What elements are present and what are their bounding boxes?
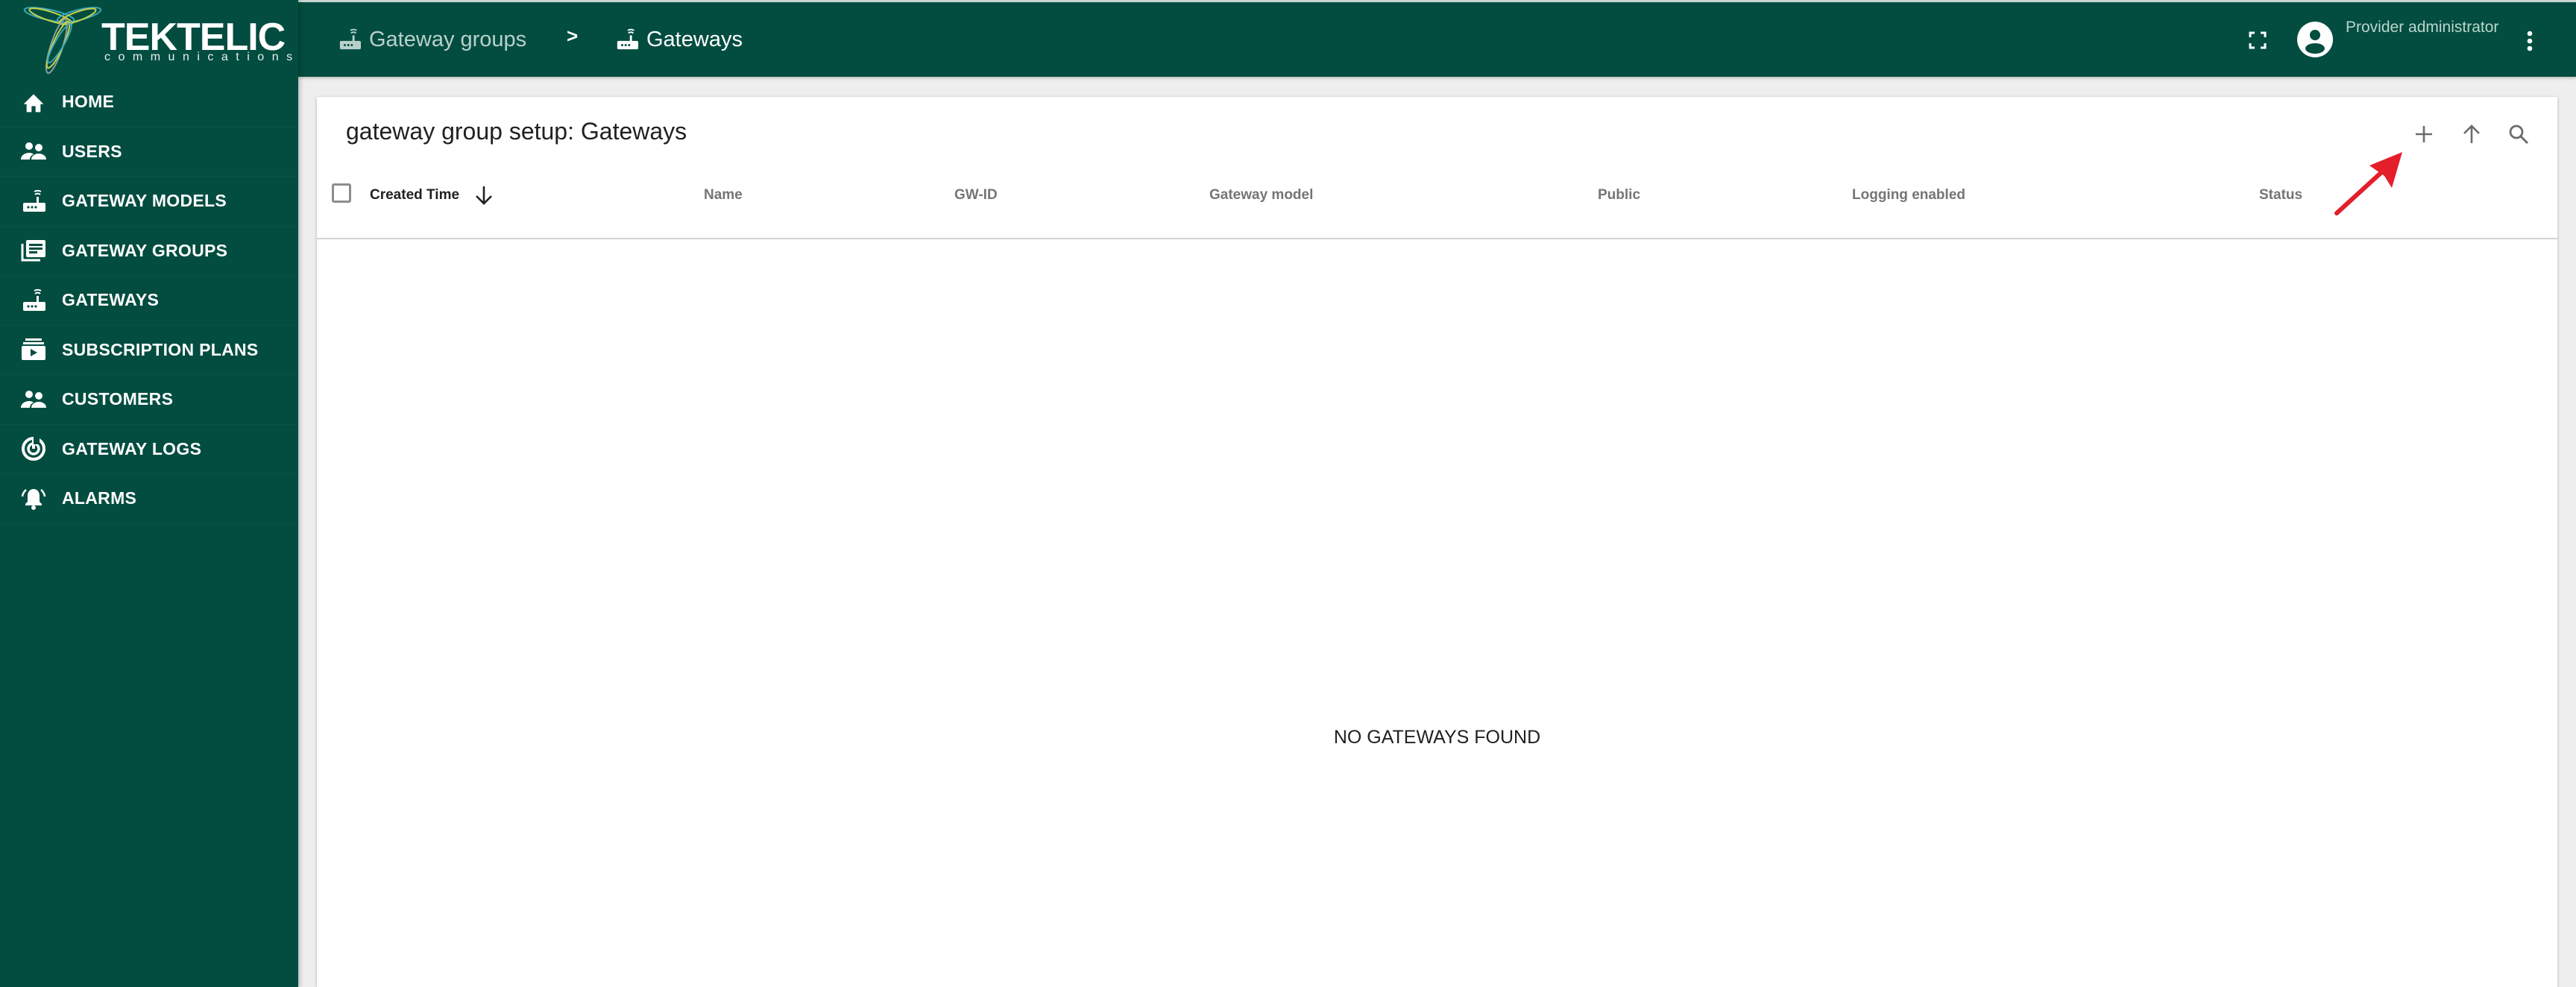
arrow-up-icon xyxy=(2463,124,2480,143)
sidebar-item-label: CUSTOMERS xyxy=(62,389,174,409)
users-icon xyxy=(21,387,46,412)
sidebar-item-home[interactable]: HOME xyxy=(0,78,298,127)
router-icon xyxy=(21,288,46,313)
breadcrumb-label: Gateways xyxy=(646,27,743,51)
subscriptions-icon xyxy=(21,337,46,362)
top-app-bar: Gateway groups > Gateways Provider admin… xyxy=(298,2,2576,77)
logo-tagline: communications xyxy=(104,51,300,63)
column-header-gw-id[interactable]: GW-ID xyxy=(954,184,998,206)
sidebar-item-gateway-logs[interactable]: GATEWAY LOGS xyxy=(0,425,298,474)
home-icon xyxy=(21,89,46,115)
sidebar-item-label: SUBSCRIPTION PLANS xyxy=(62,339,259,359)
fullscreen-icon xyxy=(2249,31,2267,49)
search-button[interactable] xyxy=(2499,115,2538,154)
sidebar-item-label: HOME xyxy=(62,92,115,112)
sidebar-item-users[interactable]: USERS xyxy=(0,127,298,177)
breadcrumb-gateways: Gateways xyxy=(615,2,743,77)
column-header-logging-enabled[interactable]: Logging enabled xyxy=(1852,184,1965,206)
notifications-active-icon xyxy=(21,486,46,511)
plus-icon xyxy=(2416,126,2432,142)
logo-mark-icon xyxy=(23,7,102,75)
sidebar-nav: HOME USERS GATEWAY MODELS GATEWAY GROUPS… xyxy=(0,78,298,524)
user-role-label[interactable]: Provider administrator xyxy=(2346,19,2498,37)
more-menu-button[interactable] xyxy=(2519,25,2541,57)
gateways-table-card: gateway group setup: Gateways Created Ti… xyxy=(317,97,2557,987)
column-header-label: Created Time xyxy=(370,187,460,203)
empty-state-message: NO GATEWAYS FOUND xyxy=(1333,727,1541,748)
column-header-gateway-model[interactable]: Gateway model xyxy=(1209,184,1313,206)
breadcrumb-label: Gateway groups xyxy=(369,27,527,51)
track-changes-icon xyxy=(21,436,46,461)
column-header-name[interactable]: Name xyxy=(704,184,743,206)
breadcrumb-separator: > xyxy=(567,25,579,47)
more-vert-icon xyxy=(2527,31,2533,51)
table-header-divider xyxy=(317,238,2557,239)
sidebar-item-subscription-plans[interactable]: SUBSCRIPTION PLANS xyxy=(0,326,298,375)
sidebar-item-gateway-models[interactable]: GATEWAY MODELS xyxy=(0,177,298,227)
column-header-created-time[interactable]: Created Time xyxy=(370,184,495,206)
import-gateway-button[interactable] xyxy=(2452,115,2491,154)
breadcrumb-gateway-groups[interactable]: Gateway groups xyxy=(338,2,526,77)
fullscreen-button[interactable] xyxy=(2244,27,2271,54)
sidebar: TEKTELIC communications HOME USERS GATEW… xyxy=(0,0,298,987)
router-icon xyxy=(338,27,362,52)
account-circle-icon xyxy=(2297,22,2333,57)
sidebar-item-label: ALARMS xyxy=(62,488,137,508)
arrow-down-icon[interactable] xyxy=(473,184,495,206)
sidebar-item-customers[interactable]: CUSTOMERS xyxy=(0,375,298,425)
sidebar-item-label: USERS xyxy=(62,141,122,161)
search-icon xyxy=(2509,124,2529,145)
router-icon xyxy=(615,27,639,52)
page-title: gateway group setup: Gateways xyxy=(346,118,687,145)
sidebar-item-label: GATEWAYS xyxy=(62,290,160,310)
router-icon xyxy=(21,189,46,214)
column-header-public[interactable]: Public xyxy=(1598,184,1640,206)
column-header-status[interactable]: Status xyxy=(2259,184,2302,206)
user-avatar-button[interactable] xyxy=(2296,21,2334,58)
sidebar-item-gateway-groups[interactable]: GATEWAY GROUPS xyxy=(0,227,298,276)
sidebar-item-label: GATEWAY MODELS xyxy=(62,191,227,211)
library-books-icon xyxy=(21,238,46,263)
select-all-checkbox[interactable] xyxy=(332,183,351,203)
users-icon xyxy=(21,139,46,164)
sidebar-item-alarms[interactable]: ALARMS xyxy=(0,474,298,524)
tektelic-logo[interactable]: TEKTELIC communications xyxy=(21,3,292,75)
add-gateway-button[interactable] xyxy=(2405,115,2443,154)
sidebar-item-label: GATEWAY GROUPS xyxy=(62,240,228,260)
sidebar-item-gateways[interactable]: GATEWAYS xyxy=(0,276,298,326)
sidebar-item-label: GATEWAY LOGS xyxy=(62,438,202,458)
